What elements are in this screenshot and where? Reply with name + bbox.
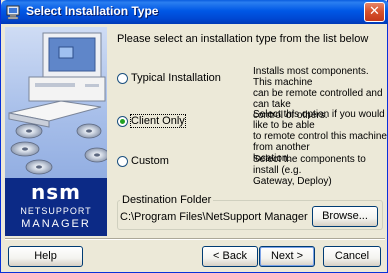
description-line: Gateway, Deploy) (253, 176, 332, 187)
cancel-button[interactable]: Cancel (323, 246, 381, 267)
option-typical-label[interactable]: Typical Installation (131, 72, 221, 84)
help-button[interactable]: Help (8, 246, 83, 267)
browse-button[interactable]: Browse... (312, 206, 378, 227)
close-button[interactable]: ✕ (364, 2, 385, 22)
option-custom-description: Select the components to install (e.g. G… (253, 154, 387, 187)
description-line: to remote control this machine from anot… (253, 131, 387, 153)
logo-line-1: NETSUPPORT (20, 206, 92, 216)
radio-client-only[interactable] (117, 116, 128, 127)
instruction-text: Please select an installation type from … (117, 33, 369, 45)
radio-typical[interactable] (117, 73, 128, 84)
brand-logo: nsm NETSUPPORT MANAGER (5, 178, 107, 236)
option-custom-label[interactable]: Custom (131, 155, 169, 167)
side-artwork: nsm NETSUPPORT MANAGER (5, 27, 107, 236)
title-bar[interactable]: Select Installation Type ✕ (1, 0, 388, 24)
description-line: Installs most components. This machine (253, 66, 369, 88)
divider (5, 238, 385, 240)
description-line: Select this option if you would like to … (253, 109, 385, 131)
installer-window: Select Installation Type ✕ nsm NETSUPPOR… (0, 0, 388, 273)
destination-path: C:\Program Files\NetSupport Manager (120, 211, 308, 223)
radio-custom[interactable] (117, 156, 128, 167)
close-icon: ✕ (369, 4, 380, 19)
logo-mark: nsm (31, 180, 81, 204)
option-client-only-label[interactable]: Client Only (130, 114, 186, 128)
back-button[interactable]: < Back (202, 246, 258, 267)
computer-artwork-icon (8, 32, 107, 175)
logo-line-2: MANAGER (21, 218, 91, 230)
next-button[interactable]: Next > (259, 246, 315, 267)
description-line: can be remote controlled and can take (253, 88, 383, 110)
description-line: Select the components to install (e.g. (253, 154, 366, 176)
destination-folder-title: Destination Folder (120, 194, 214, 206)
installer-app-icon (6, 5, 20, 20)
window-title: Select Installation Type (26, 4, 159, 18)
